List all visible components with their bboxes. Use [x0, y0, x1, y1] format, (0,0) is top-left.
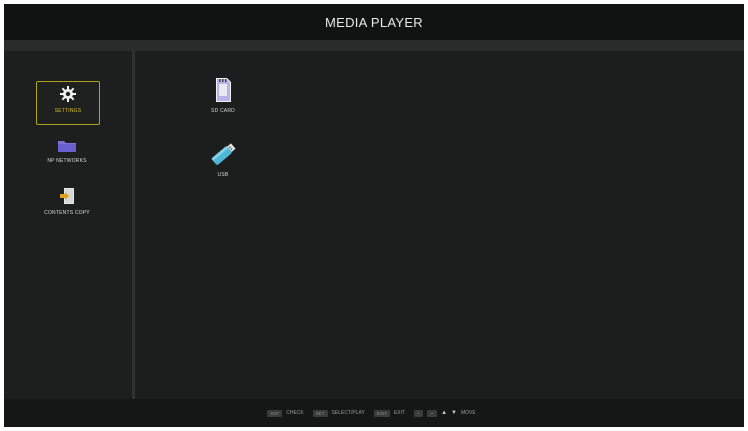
sidebar-item-label: SETTINGS: [54, 108, 82, 114]
page-title: MEDIA PLAYER: [324, 14, 423, 30]
sidebar: SETTINGS NP NETWORKS CONTENTS COPY: [4, 51, 132, 399]
exit-key-badge: EXIT: [373, 409, 390, 417]
main-panel: SD CARD USB: [135, 51, 744, 399]
usb-label: USB: [217, 172, 229, 178]
plus-key-badge: +: [413, 409, 423, 417]
sd-card-icon: [214, 77, 232, 105]
ent-key-badge: ENT: [267, 409, 283, 417]
down-arrow-icon: ▼: [451, 410, 457, 416]
folder-icon: [57, 139, 77, 155]
gear-icon: [59, 85, 77, 105]
set-key-badge: SET: [312, 409, 328, 417]
up-arrow-icon: ▲: [441, 410, 448, 416]
move-hint: MOVE: [461, 410, 476, 416]
sidebar-item-settings[interactable]: SETTINGS: [36, 81, 100, 125]
sidebar-item-label: NP NETWORKS: [47, 158, 87, 164]
title-bar: MEDIA PLAYER: [4, 4, 744, 40]
sidebar-item-np-networks[interactable]: NP NETWORKS: [36, 139, 98, 164]
copy-icon: [59, 187, 75, 207]
usb-icon: [208, 141, 238, 169]
footer-key-guide: ENT CHECK SET SELECT/PLAY EXIT EXIT + — …: [4, 399, 744, 427]
sd-card-label: SD CARD: [211, 108, 235, 114]
sd-card-item[interactable]: SD CARD: [195, 77, 251, 114]
title-separator: [4, 40, 744, 51]
sidebar-item-label: CONTENTS COPY: [44, 210, 90, 216]
media-player-screen: MEDIA PLAYER SETTINGS NP NETWORKS CONTEN…: [4, 4, 744, 427]
ent-key-hint: CHECK: [286, 410, 304, 416]
sidebar-item-contents-copy[interactable]: CONTENTS COPY: [36, 187, 98, 216]
set-key-hint: SELECT/PLAY: [331, 410, 365, 416]
exit-key-hint: EXIT: [393, 410, 405, 416]
usb-item[interactable]: USB: [195, 141, 251, 178]
minus-key-badge: —: [426, 409, 438, 417]
